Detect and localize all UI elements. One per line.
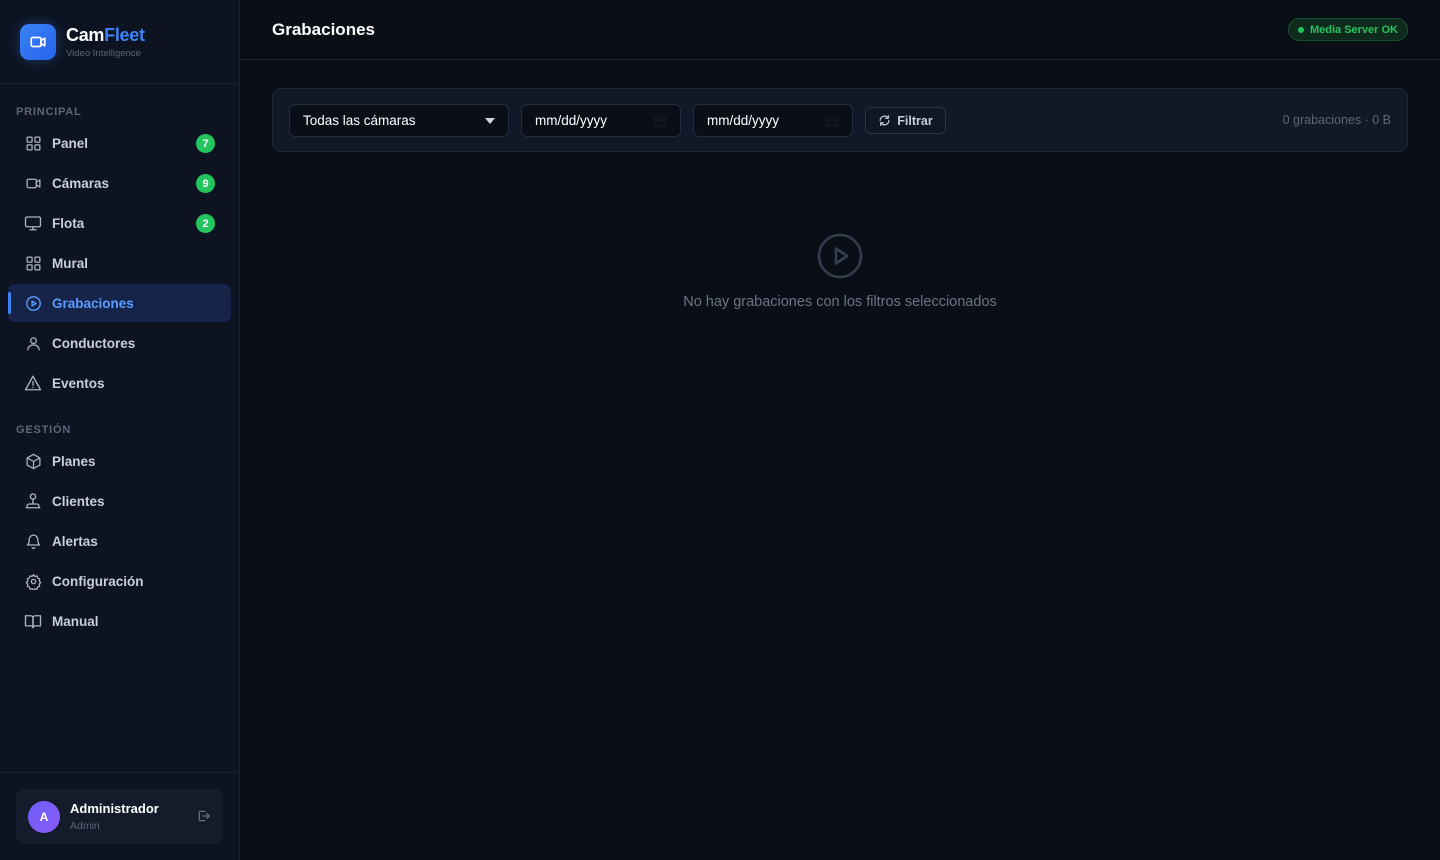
- network-icon: [24, 492, 42, 510]
- calendar-icon[interactable]: [826, 115, 838, 130]
- sidebar-item-configuracion[interactable]: Configuración: [8, 562, 231, 600]
- brand-name: CamFleet: [66, 25, 145, 45]
- page-header: Grabaciones Media Server OK: [240, 0, 1440, 60]
- sidebar-footer: A Administrador Admin: [0, 772, 239, 860]
- sidebar-item-camaras[interactable]: Cámaras 9: [8, 164, 231, 202]
- count-badge: 9: [196, 174, 215, 193]
- sidebar-item-manual[interactable]: Manual: [8, 602, 231, 640]
- sidebar-item-eventos[interactable]: Eventos: [8, 364, 231, 402]
- sidebar-item-label: Cámaras: [52, 175, 110, 191]
- sidebar-item-conductores[interactable]: Conductores: [8, 324, 231, 362]
- monitor-icon: [24, 214, 42, 232]
- status-badge: Media Server OK: [1287, 18, 1408, 41]
- chevron-down-icon: [485, 118, 495, 124]
- sidebar-item-label: Panel: [52, 135, 89, 151]
- refresh-icon: [878, 114, 891, 127]
- warning-icon: [24, 374, 42, 392]
- section-title-principal: PRINCIPAL: [16, 106, 82, 118]
- sidebar-item-label: Grabaciones: [52, 295, 134, 311]
- date-from-input[interactable]: mm/dd/yyyy: [521, 104, 681, 137]
- camera-select-value: Todas las cámaras: [303, 113, 416, 128]
- avatar: A: [28, 800, 60, 833]
- sidebar-item-label: Flota: [52, 215, 85, 231]
- book-icon: [24, 612, 42, 630]
- sidebar-item-panel[interactable]: Panel 7: [8, 124, 231, 162]
- sidebar-item-label: Clientes: [52, 493, 105, 509]
- sidebar-item-label: Planes: [52, 453, 96, 469]
- gear-icon: [24, 572, 42, 590]
- camera-icon: [24, 174, 42, 192]
- count-badge: 7: [196, 134, 215, 153]
- sidebar-item-grabaciones[interactable]: Grabaciones: [8, 284, 231, 322]
- sidebar-item-label: Conductores: [52, 335, 136, 351]
- count-badge: 2: [196, 214, 215, 233]
- brand-subtitle: Video Intelligence: [66, 48, 141, 59]
- brand: CamFleet Video Intelligence: [0, 0, 239, 84]
- grid-icon: [24, 134, 42, 152]
- filter-button-label: Filtrar: [897, 113, 933, 128]
- logout-icon[interactable]: [197, 809, 211, 828]
- user-icon: [24, 334, 42, 352]
- play-circle-icon: [240, 232, 1440, 280]
- user-role: Admin: [70, 820, 100, 832]
- status-text: Media Server OK: [1309, 23, 1398, 36]
- filter-button[interactable]: Filtrar: [865, 107, 946, 134]
- date-from-value: mm/dd/yyyy: [535, 113, 608, 128]
- camera-icon: [20, 23, 56, 60]
- sidebar-item-planes[interactable]: Planes: [8, 442, 231, 480]
- sidebar-item-mural[interactable]: Mural: [8, 244, 231, 282]
- page-title: Grabaciones: [272, 19, 375, 39]
- sidebar-item-label: Alertas: [52, 533, 98, 549]
- user-name: Administrador: [70, 801, 159, 816]
- date-to-input[interactable]: mm/dd/yyyy: [693, 104, 853, 137]
- section-title-gestion: GESTIÓN: [16, 424, 72, 436]
- sidebar-item-label: Eventos: [52, 375, 105, 391]
- sidebar-item-label: Configuración: [52, 573, 144, 589]
- box-icon: [24, 452, 42, 470]
- empty-state: No hay grabaciones con los filtros selec…: [240, 232, 1440, 310]
- filter-bar: Todas las cámaras mm/dd/yyyy mm/dd/yyyy …: [272, 88, 1408, 152]
- recordings-summary: 0 grabaciones · 0 B: [1282, 113, 1391, 127]
- sidebar-item-label: Manual: [52, 613, 99, 629]
- calendar-icon[interactable]: [654, 115, 666, 130]
- sidebar-item-alertas[interactable]: Alertas: [8, 522, 231, 560]
- sidebar-item-clientes[interactable]: Clientes: [8, 482, 231, 520]
- bell-icon: [24, 532, 42, 550]
- camera-select[interactable]: Todas las cámaras: [289, 104, 509, 137]
- status-dot: [1297, 26, 1304, 33]
- sidebar: CamFleet Video Intelligence PRINCIPAL Pa…: [0, 0, 240, 860]
- sidebar-item-label: Mural: [52, 255, 89, 271]
- user-card: A Administrador Admin: [16, 789, 223, 844]
- empty-state-message: No hay grabaciones con los filtros selec…: [683, 294, 997, 310]
- play-circle-icon: [24, 294, 42, 312]
- sidebar-item-flota[interactable]: Flota 2: [8, 204, 231, 242]
- grid-icon: [24, 254, 42, 272]
- date-to-value: mm/dd/yyyy: [707, 113, 780, 128]
